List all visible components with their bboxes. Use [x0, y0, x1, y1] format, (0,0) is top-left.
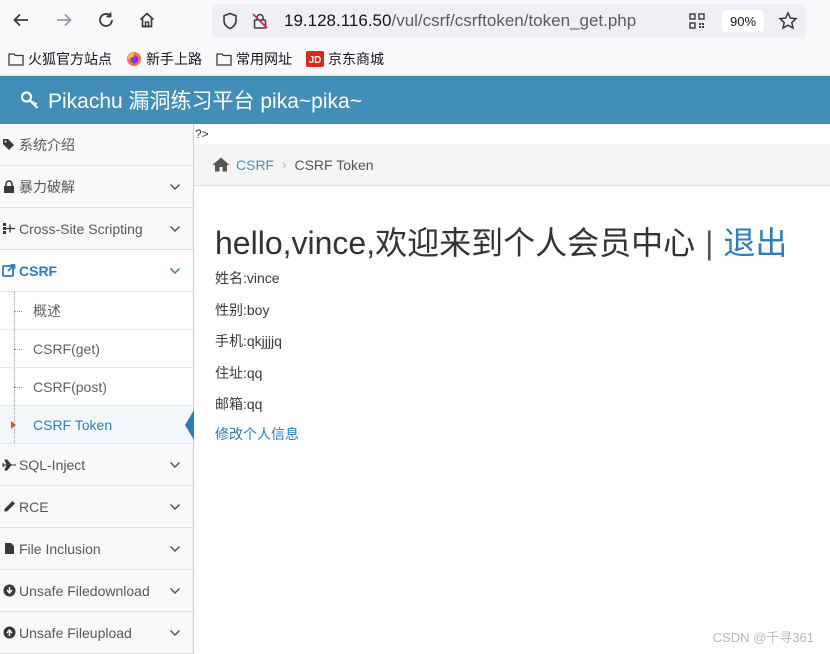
url-host: 19.128.116.50	[284, 11, 392, 30]
info-address: 住址:qq	[215, 365, 263, 381]
welcome-text: hello,vince,欢迎来到个人会员中心	[215, 225, 696, 261]
sidebar-item-sql-inject[interactable]: SQL-Inject	[0, 444, 193, 486]
sidebar-item-label: Unsafe Fileupload	[19, 624, 132, 641]
sidebar-item-label: 系统介绍	[19, 136, 75, 153]
caret-right-icon	[11, 421, 16, 429]
url-text[interactable]: 19.128.116.50/vul/csrf/csrftoken/token_g…	[284, 11, 636, 31]
tree-dash	[14, 349, 22, 350]
chevron-down-icon	[169, 458, 181, 474]
chevron-down-icon	[169, 264, 181, 280]
sidebar-item-xss[interactable]: Cross-Site Scripting	[0, 208, 193, 250]
sidebar-item-label: Unsafe Filedownload	[19, 582, 150, 599]
sidebar: 系统介绍 暴力破解 Cross-Site Scripting CSRF 概述 C…	[0, 124, 194, 654]
bookmark-label: 常用网址	[236, 50, 292, 67]
home-icon[interactable]	[212, 157, 230, 172]
sidebar-subitem-label: 概述	[33, 302, 61, 319]
qr-code-icon[interactable]	[688, 12, 706, 35]
browser-toolbar: 19.128.116.50/vul/csrf/csrftoken/token_g…	[0, 0, 830, 42]
url-path: /vul/csrf/csrftoken/token_get.php	[391, 11, 637, 30]
download-icon	[0, 584, 18, 597]
heading-separator: |	[705, 225, 714, 261]
sidebar-item-unsafe-fileupload[interactable]: Unsafe Fileupload	[0, 612, 193, 654]
tree-dash	[14, 387, 22, 388]
folder-icon	[8, 52, 24, 66]
sidebar-subitem-csrf-post[interactable]: CSRF(post)	[0, 368, 193, 406]
sidebar-item-label: Cross-Site Scripting	[19, 220, 143, 237]
bookmark-star-icon[interactable]	[778, 11, 798, 36]
sidebar-subitem-label: CSRF(get)	[33, 340, 100, 357]
sidebar-item-brute-force[interactable]: 暴力破解	[0, 166, 193, 208]
logout-link[interactable]: 退出	[723, 225, 787, 261]
sidebar-item-file-inclusion[interactable]: File Inclusion	[0, 528, 193, 570]
shield-icon[interactable]	[221, 12, 239, 35]
watermark: CSDN @千寻361	[712, 630, 814, 645]
back-arrow-icon[interactable]	[7, 6, 35, 34]
url-bar[interactable]: 19.128.116.50/vul/csrf/csrftoken/token_g…	[212, 4, 806, 38]
sidebar-subitem-csrf-get[interactable]: CSRF(get)	[0, 330, 193, 368]
breadcrumb-link-csrf[interactable]: CSRF	[236, 157, 274, 173]
chevron-down-icon	[169, 542, 181, 558]
lock-icon	[0, 180, 18, 193]
app-title-text: Pikachu 漏洞练习平台 pika~pika~	[48, 90, 362, 113]
reload-icon[interactable]	[92, 6, 120, 34]
active-marker	[185, 410, 194, 440]
breadcrumb: CSRF › CSRF Token	[194, 144, 830, 186]
sidebar-item-csrf[interactable]: CSRF	[0, 250, 193, 292]
bookmarks-toolbar: 火狐官方站点 新手上路 常用网址 JD 京东商城	[0, 42, 830, 76]
sidebar-item-label: File Inclusion	[19, 540, 101, 557]
info-phone: 手机:qkjjjjq	[215, 333, 282, 349]
tags-icon	[0, 138, 18, 151]
bookmark-label: 火狐官方站点	[28, 50, 112, 67]
sidebar-item-label: CSRF	[19, 262, 58, 279]
chevron-down-icon	[169, 626, 181, 642]
edit-profile-link[interactable]: 修改个人信息	[215, 424, 299, 444]
sidebar-item-rce[interactable]: RCE	[0, 486, 193, 528]
bookmark-label: 京东商城	[328, 50, 384, 67]
pencil-icon	[0, 500, 18, 513]
app-header: Pikachu 漏洞练习平台 pika~pika~	[0, 76, 830, 124]
chevron-down-icon	[169, 584, 181, 600]
info-gender: 性别:boy	[215, 302, 270, 318]
forward-arrow-icon[interactable]	[50, 6, 78, 34]
sidebar-item-intro[interactable]: 系统介绍	[0, 124, 193, 166]
bookmark-label: 新手上路	[146, 50, 202, 67]
svg-text:JD: JD	[309, 55, 322, 66]
key-icon	[20, 90, 40, 110]
info-name: 姓名:vince	[215, 270, 280, 286]
sidebar-subitem-overview[interactable]: 概述	[0, 292, 193, 330]
bookmark-jd[interactable]: JD 京东商城	[306, 49, 384, 69]
plane-icon	[0, 459, 18, 471]
main-content: ?> CSRF › CSRF Token hello,vince,欢迎来到个人会…	[194, 124, 830, 654]
bookmark-common-sites[interactable]: 常用网址	[216, 49, 292, 69]
tree-dash	[14, 311, 22, 312]
welcome-heading: hello,vince,欢迎来到个人会员中心 | 退出	[215, 218, 787, 264]
insecure-lock-icon[interactable]	[251, 12, 269, 35]
firefox-icon	[126, 51, 142, 67]
chevron-down-icon	[169, 222, 181, 238]
sidebar-subitem-label: CSRF Token	[33, 416, 113, 433]
bookmark-getting-started[interactable]: 新手上路	[126, 49, 202, 69]
zoom-level-badge[interactable]: 90%	[722, 10, 764, 32]
sidebar-item-unsafe-filedownload[interactable]: Unsafe Filedownload	[0, 570, 193, 612]
chevron-down-icon	[169, 500, 181, 516]
jd-icon: JD	[306, 50, 324, 67]
stray-text: ?>	[195, 127, 209, 141]
sitemap-icon	[0, 222, 18, 235]
chevron-down-icon	[169, 180, 181, 196]
breadcrumb-separator-icon: ›	[282, 157, 287, 172]
upload-icon	[0, 626, 18, 639]
sidebar-item-label: 暴力破解	[19, 178, 75, 195]
bookmark-firefox-site[interactable]: 火狐官方站点	[8, 49, 112, 69]
sidebar-subitem-csrf-token[interactable]: CSRF Token	[0, 406, 194, 444]
sidebar-subitem-label: CSRF(post)	[33, 378, 107, 395]
info-email: 邮箱:qq	[215, 396, 263, 412]
sidebar-item-label: RCE	[19, 498, 49, 515]
sidebar-item-label: SQL-Inject	[19, 456, 86, 473]
share-icon	[0, 264, 18, 277]
breadcrumb-current: CSRF Token	[294, 156, 374, 173]
folder-icon	[216, 52, 232, 66]
home-icon[interactable]	[133, 6, 161, 34]
app-title[interactable]: Pikachu 漏洞练习平台 pika~pika~	[20, 85, 362, 115]
file-icon	[0, 542, 18, 555]
